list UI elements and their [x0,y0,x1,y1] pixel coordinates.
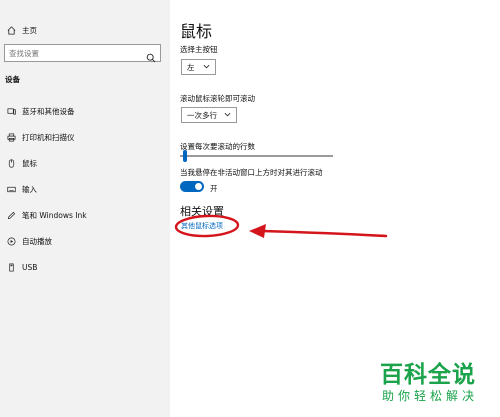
sidebar-item-label: 主页 [22,25,37,35]
scroll-lines-slider-track[interactable] [180,155,333,157]
scroll-wheel-label: 滚动鼠标滚轮即可滚动 [180,94,255,103]
related-settings-title: 相关设置 [180,205,224,218]
annotation-arrow-shaft [260,229,388,238]
chevron-down-icon [224,111,231,118]
other-mouse-options-link[interactable]: 其他鼠标选项 [181,221,223,231]
pen-icon [0,211,22,220]
scroll-wheel-value: 一次多行 [187,110,217,120]
search-icon[interactable] [146,48,156,63]
sidebar-item-label: 自动播放 [22,236,52,246]
sidebar-item-label: 蓝牙和其他设备 [22,106,75,116]
primary-button-dropdown[interactable]: 左 [181,59,216,75]
watermark-subtitle: 助你轻松解决 [382,389,479,403]
search-box[interactable] [4,44,161,63]
sidebar-item-pen[interactable]: 笔和 Windows Ink [0,204,170,226]
home-icon [0,25,22,35]
annotation-arrowhead [249,224,266,238]
keyboard-icon [0,185,22,194]
section-heading-devices: 设备 [5,75,20,84]
bluetooth-devices-icon [0,107,22,116]
sidebar-item-label: 打印机和扫描仪 [22,132,75,142]
sidebar-item-label: 输入 [22,184,37,194]
scroll-wheel-dropdown[interactable]: 一次多行 [181,107,237,123]
primary-button-label: 选择主按钮 [180,45,218,54]
scroll-lines-label: 设置每次要滚动的行数 [180,142,255,151]
chevron-down-icon [203,63,210,70]
sidebar-item-label: 鼠标 [22,158,37,168]
inactive-scroll-toggle[interactable] [180,181,204,192]
watermark: 百科全说 助你轻松解决 [380,355,500,417]
sidebar-item-typing[interactable]: 输入 [0,178,170,200]
sidebar: 主页 设备 蓝牙和其他设备 打印机和扫描仪 鼠标 输入 [0,0,170,417]
toggle-state-label: 开 [210,184,218,193]
sidebar-item-autoplay[interactable]: 自动播放 [0,230,170,252]
sidebar-item-home[interactable]: 主页 [0,19,170,41]
search-input[interactable] [5,48,140,58]
mouse-icon [0,158,22,168]
sidebar-item-printers[interactable]: 打印机和扫描仪 [0,126,170,148]
printer-icon [0,133,22,142]
scroll-lines-slider-thumb[interactable] [183,150,188,162]
inactive-scroll-label: 当我悬停在非活动窗口上方时对其进行滚动 [180,168,323,177]
sidebar-item-label: 笔和 Windows Ink [22,210,87,220]
watermark-title: 百科全说 [380,362,476,388]
sidebar-item-usb[interactable]: USB [0,256,170,278]
usb-icon [0,263,22,272]
autoplay-icon [0,237,22,246]
primary-button-value: 左 [187,62,195,72]
page-title: 鼠标 [180,22,213,41]
sidebar-item-label: USB [22,262,38,272]
sidebar-item-bluetooth[interactable]: 蓝牙和其他设备 [0,100,170,122]
sidebar-item-mouse[interactable]: 鼠标 [0,152,170,174]
